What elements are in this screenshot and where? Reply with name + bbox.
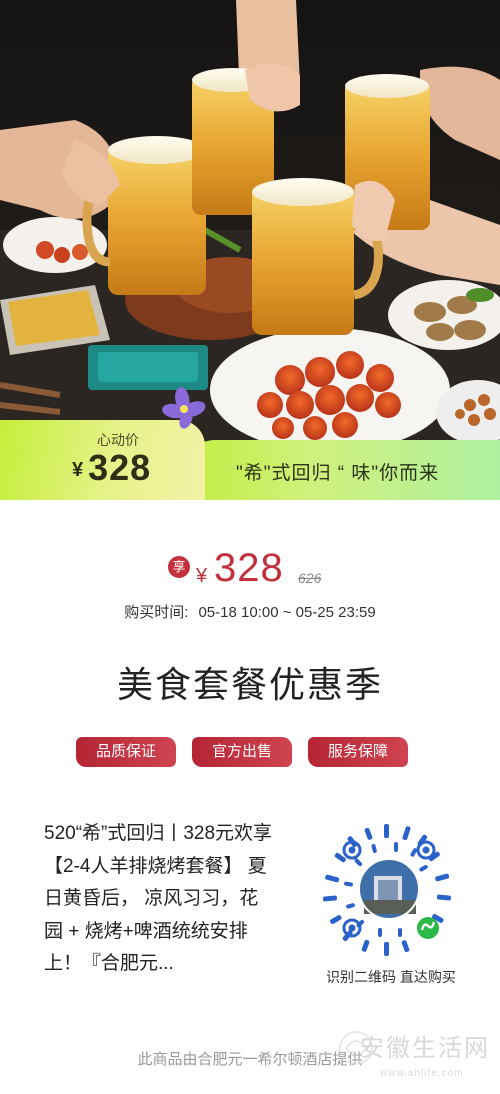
guarantee-tags: 品质保证 官方出售 服务保障 xyxy=(76,737,426,767)
qr-code-icon[interactable] xyxy=(322,822,458,958)
enjoy-badge: 享 xyxy=(168,556,190,578)
banner-slogan: "希"式回归 “ 味"你而来 xyxy=(236,463,440,484)
yen-symbol: ¥ xyxy=(72,459,85,481)
tag-official-sale: 官方出售 xyxy=(192,737,292,767)
original-price: 626 xyxy=(298,570,322,586)
heart-price-value: ¥328 xyxy=(72,447,151,489)
qr-caption: 识别二维码 直达购买 xyxy=(326,969,456,985)
heart-price-number: 328 xyxy=(88,447,152,488)
page-title: 美食套餐优惠季 xyxy=(116,664,383,705)
watermark-text: 安徽生活网 xyxy=(360,1035,490,1062)
tag-quality-guarantee: 品质保证 xyxy=(76,737,176,767)
watermark-url: www.ahlife.com xyxy=(380,1068,464,1079)
purchase-time-label: 购买时间: xyxy=(124,604,189,621)
arm-right-top xyxy=(420,66,500,160)
flower-icon xyxy=(162,387,206,429)
purchase-time-range: 05-18 10:00 ~ 05-25 23:59 xyxy=(198,604,376,621)
product-description: 520“希”式回归丨328元欢享【2-4人羊排烧烤套餐】 夏日黄昏后， 凉风习习… xyxy=(44,823,273,974)
tag-service-guarantee: 服务保障 xyxy=(308,737,408,767)
deal-price: 328 xyxy=(214,546,284,590)
purchase-time: 购买时间: 05-18 10:00 ~ 05-25 23:59 xyxy=(0,601,500,622)
deal-yen-symbol: ¥ xyxy=(196,565,208,587)
